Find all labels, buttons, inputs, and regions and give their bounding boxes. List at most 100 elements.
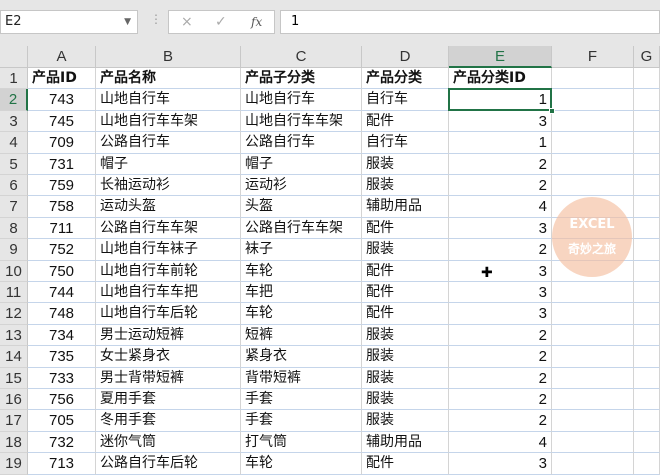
cell[interactable] (634, 110, 660, 133)
cell[interactable]: 女士紧身衣 (96, 346, 241, 368)
cell[interactable]: 手套 (241, 389, 362, 411)
cell[interactable]: 配件 (362, 260, 449, 282)
cell[interactable] (634, 153, 660, 175)
cell[interactable] (634, 453, 660, 475)
cell[interactable]: 山地自行车后轮 (96, 303, 241, 325)
cell[interactable]: 3 (449, 260, 552, 282)
cell[interactable] (552, 324, 634, 347)
cell[interactable]: 3 (449, 217, 552, 240)
row-header[interactable]: 4 (0, 132, 28, 154)
cell[interactable] (634, 346, 660, 368)
header-cell[interactable]: 产品名称 (96, 68, 241, 90)
row-header[interactable]: 8 (0, 217, 28, 240)
cell[interactable]: 服装 (362, 175, 449, 197)
cell[interactable]: 1 (449, 89, 552, 111)
cell[interactable]: 713 (28, 453, 96, 475)
cell[interactable]: 男士背带短裤 (96, 367, 241, 389)
cell[interactable]: 711 (28, 217, 96, 240)
column-header-C[interactable]: C (241, 46, 362, 68)
cell[interactable]: 车轮 (241, 453, 362, 475)
cell[interactable]: 732 (28, 431, 96, 454)
row-header[interactable]: 5 (0, 153, 28, 175)
cell[interactable]: 服装 (362, 153, 449, 175)
cell[interactable]: 手套 (241, 410, 362, 432)
cell[interactable]: 4 (449, 431, 552, 454)
cell[interactable]: 短裤 (241, 324, 362, 347)
cell[interactable]: 山地自行车车架 (241, 110, 362, 133)
cell[interactable]: 夏用手套 (96, 389, 241, 411)
cell[interactable]: 公路自行车车架 (96, 217, 241, 240)
cell[interactable]: 车轮 (241, 303, 362, 325)
cell[interactable] (634, 89, 660, 111)
cell[interactable]: 山地自行车袜子 (96, 239, 241, 261)
drag-handle-icon[interactable]: ⋮ (150, 12, 162, 26)
row-header[interactable]: 9 (0, 239, 28, 261)
cell[interactable] (634, 324, 660, 347)
row-header[interactable]: 11 (0, 282, 28, 304)
cell[interactable]: 长袖运动衫 (96, 175, 241, 197)
cell[interactable] (634, 282, 660, 304)
cell[interactable]: 冬用手套 (96, 410, 241, 432)
cell[interactable]: 744 (28, 282, 96, 304)
cell[interactable]: 750 (28, 260, 96, 282)
cancel-icon[interactable]: × (181, 11, 193, 33)
cell[interactable]: 2 (449, 389, 552, 411)
cell[interactable]: 车轮 (241, 260, 362, 282)
cell[interactable] (634, 239, 660, 261)
cell[interactable]: 运动衫 (241, 175, 362, 197)
row-header[interactable]: 2 (0, 89, 28, 111)
cell[interactable] (634, 175, 660, 197)
name-box[interactable]: E2 ▼ (0, 10, 138, 34)
cell[interactable]: 2 (449, 175, 552, 197)
cell[interactable]: 735 (28, 346, 96, 368)
cell[interactable]: 袜子 (241, 239, 362, 261)
cell[interactable]: 山地自行车前轮 (96, 260, 241, 282)
cell[interactable]: 公路自行车车架 (241, 217, 362, 240)
cell[interactable]: 3 (449, 282, 552, 304)
cell[interactable]: 运动头盔 (96, 196, 241, 218)
fill-handle[interactable] (549, 107, 555, 114)
column-header-E[interactable]: E (449, 46, 552, 68)
cell[interactable]: 辅助用品 (362, 431, 449, 454)
row-header[interactable]: 19 (0, 453, 28, 475)
cell[interactable] (552, 389, 634, 411)
column-header-D[interactable]: D (362, 46, 449, 68)
cell[interactable]: 服装 (362, 367, 449, 389)
cell[interactable]: 731 (28, 153, 96, 175)
cell[interactable]: 705 (28, 410, 96, 432)
cell[interactable] (634, 260, 660, 282)
chevron-down-icon[interactable]: ▼ (124, 11, 131, 33)
row-header[interactable]: 3 (0, 110, 28, 133)
cell[interactable]: 山地自行车 (241, 89, 362, 111)
header-cell[interactable] (552, 68, 634, 90)
cell[interactable]: 服装 (362, 346, 449, 368)
cell[interactable] (634, 303, 660, 325)
cell[interactable]: 743 (28, 89, 96, 111)
row-header[interactable]: 13 (0, 324, 28, 347)
cell[interactable]: 服装 (362, 324, 449, 347)
row-header[interactable]: 17 (0, 410, 28, 432)
column-header-G[interactable]: G (634, 46, 660, 68)
cell[interactable]: 迷你气筒 (96, 431, 241, 454)
cell[interactable]: 756 (28, 389, 96, 411)
cell[interactable]: 公路自行车 (241, 132, 362, 154)
cell[interactable]: 2 (449, 239, 552, 261)
cell[interactable]: 自行车 (362, 132, 449, 154)
cell[interactable]: 752 (28, 239, 96, 261)
cell[interactable]: 748 (28, 303, 96, 325)
cell[interactable]: 公路自行车 (96, 132, 241, 154)
cell[interactable] (634, 196, 660, 218)
cell[interactable]: 配件 (362, 453, 449, 475)
cell[interactable]: 服装 (362, 410, 449, 432)
cell[interactable]: 2 (449, 410, 552, 432)
cell[interactable]: 公路自行车后轮 (96, 453, 241, 475)
cell[interactable] (552, 410, 634, 432)
header-cell[interactable] (634, 68, 660, 90)
cell[interactable]: 709 (28, 132, 96, 154)
cell[interactable]: 自行车 (362, 89, 449, 111)
row-header[interactable]: 18 (0, 431, 28, 454)
cell[interactable] (634, 132, 660, 154)
cell[interactable]: 1 (449, 132, 552, 154)
cell[interactable]: 服装 (362, 389, 449, 411)
cell[interactable] (634, 217, 660, 240)
